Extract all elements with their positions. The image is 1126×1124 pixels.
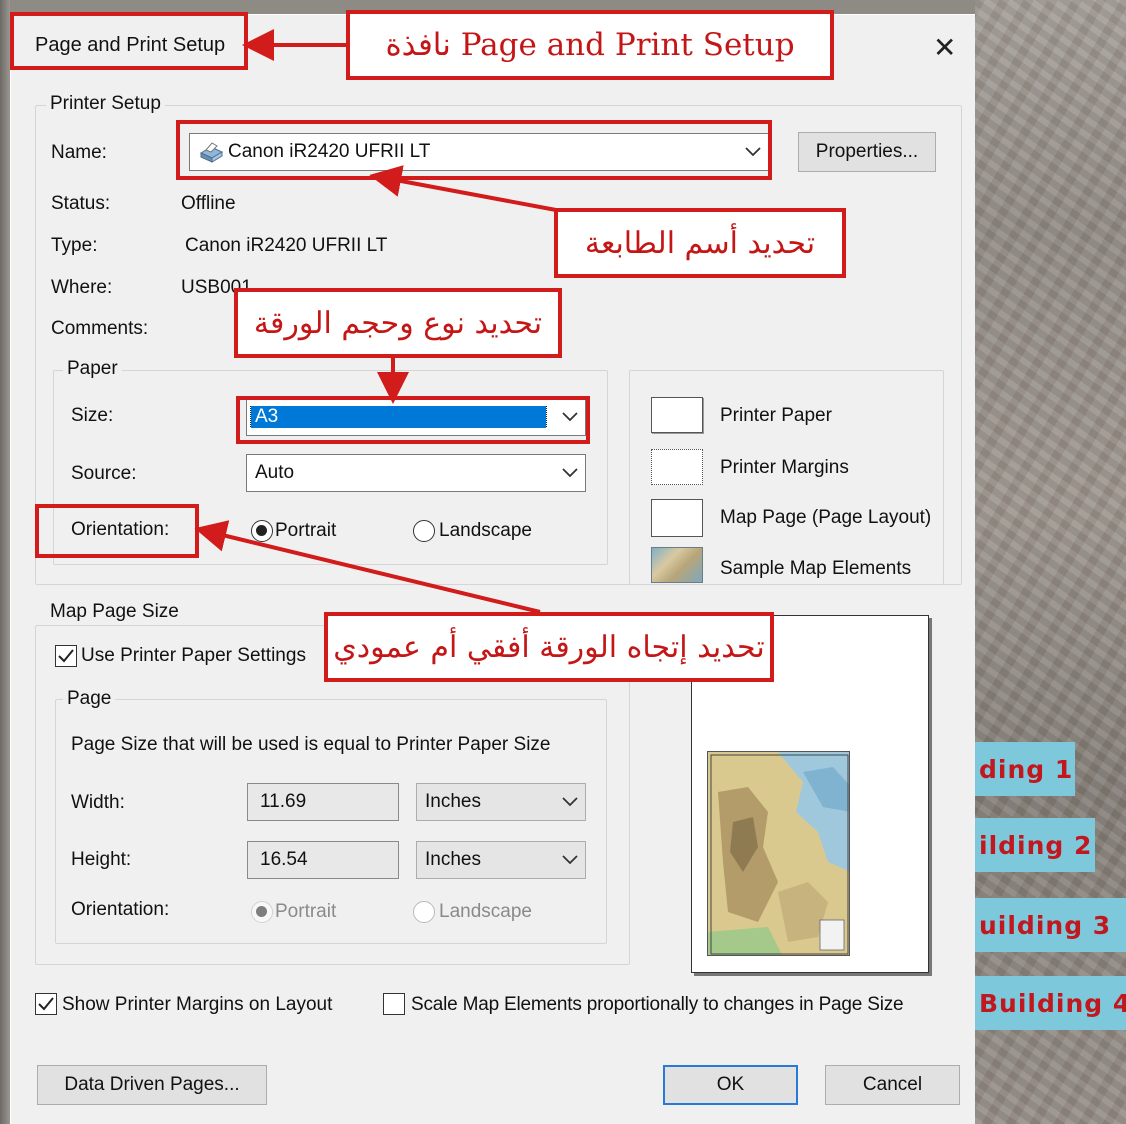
paper-source-label: Source: [71, 463, 137, 484]
status-label: Status: [51, 193, 111, 214]
use-printer-paper-settings-checkbox[interactable] [55, 645, 77, 667]
annotation-window-callout: نافذة Page and Print Setup [346, 10, 834, 80]
map-page-size-title: Map Page Size [46, 601, 183, 623]
building-label-4: Building 4 [975, 976, 1126, 1030]
building-label-2: ilding 2 [975, 818, 1095, 872]
legend-printer-paper: Printer Paper [720, 405, 832, 426]
annotation-paper-callout: تحديد نوع وحجم الورقة [234, 288, 562, 358]
legend-printer-margins: Printer Margins [720, 457, 849, 478]
properties-button[interactable]: Properties... [798, 132, 936, 172]
building-label-1: ding 1 [975, 742, 1075, 796]
map-page-swatch [651, 499, 703, 537]
paper-title: Paper [63, 358, 122, 380]
page-portrait-radio[interactable] [251, 901, 273, 923]
height-field[interactable]: 16.54 [247, 841, 399, 879]
annotation-printer-name-highlight [176, 120, 772, 180]
building-label-3: uilding 3 [975, 898, 1126, 952]
chevron-down-icon [555, 842, 585, 878]
show-printer-margins-label[interactable]: Show Printer Margins on Layout [62, 994, 332, 1016]
data-driven-pages-button[interactable]: Data Driven Pages... [37, 1065, 267, 1105]
ok-button[interactable]: OK [663, 1065, 798, 1105]
width-unit-value: Inches [425, 791, 481, 812]
use-printer-paper-settings-label[interactable]: Use Printer Paper Settings [81, 645, 306, 667]
cancel-button[interactable]: Cancel [825, 1065, 960, 1105]
chevron-down-icon [555, 455, 585, 491]
page-and-print-setup-dialog: Page and Print Setup ✕ Printer Setup Nam… [10, 14, 975, 1124]
page-size-info: Page Size that will be used is equal to … [71, 734, 551, 755]
where-label: Where: [51, 277, 113, 298]
width-label: Width: [71, 792, 125, 813]
comments-label: Comments: [51, 318, 149, 339]
portrait-radio[interactable] [251, 520, 273, 542]
scale-map-elements-label[interactable]: Scale Map Elements proportionally to cha… [411, 994, 904, 1016]
preview-map-thumbnail [707, 751, 850, 956]
chevron-down-icon [555, 784, 585, 820]
type-label: Type: [51, 235, 98, 256]
legend-map-page: Map Page (Page Layout) [720, 507, 932, 528]
name-label: Name: [51, 142, 107, 163]
landscape-radio[interactable] [413, 520, 435, 542]
page-landscape-label[interactable]: Landscape [439, 901, 532, 923]
height-unit-value: Inches [425, 849, 481, 870]
height-label: Height: [71, 849, 132, 870]
height-unit-select[interactable]: Inches [416, 841, 586, 879]
printer-paper-swatch [651, 397, 703, 433]
background-left-edge [0, 0, 10, 1124]
printer-margins-swatch [651, 449, 703, 485]
status-value: Offline [181, 193, 236, 214]
page-landscape-radio[interactable] [413, 901, 435, 923]
scale-map-elements-checkbox[interactable] [383, 993, 405, 1015]
portrait-radio-label[interactable]: Portrait [275, 520, 336, 542]
annotation-printer-name-callout: تحديد أسم الطابعة [554, 208, 846, 278]
type-value: Canon iR2420 UFRII LT [185, 235, 388, 256]
paper-size-label: Size: [71, 405, 114, 426]
page-orientation-label: Orientation: [71, 899, 170, 920]
page-title: Page [63, 688, 116, 710]
width-field[interactable]: 11.69 [247, 783, 399, 821]
paper-source-value: Auto [255, 462, 295, 483]
aerial-image-background [975, 0, 1126, 1124]
printer-setup-title: Printer Setup [46, 93, 165, 115]
annotation-orientation-highlight [35, 504, 199, 558]
close-icon[interactable]: ✕ [933, 31, 956, 64]
annotation-paper-size-highlight [236, 396, 590, 444]
show-printer-margins-checkbox[interactable] [35, 993, 57, 1015]
paper-source-select[interactable]: Auto [246, 454, 586, 492]
annotation-title-highlight [10, 12, 248, 70]
annotation-orientation-callout: تحديد إتجاه الورقة أفقي أم عمودي [324, 612, 774, 682]
page-portrait-label[interactable]: Portrait [275, 901, 336, 923]
legend-sample-map-elements: Sample Map Elements [720, 558, 912, 579]
sample-map-elements-swatch [651, 547, 703, 583]
width-unit-select[interactable]: Inches [416, 783, 586, 821]
landscape-radio-label[interactable]: Landscape [439, 520, 532, 542]
